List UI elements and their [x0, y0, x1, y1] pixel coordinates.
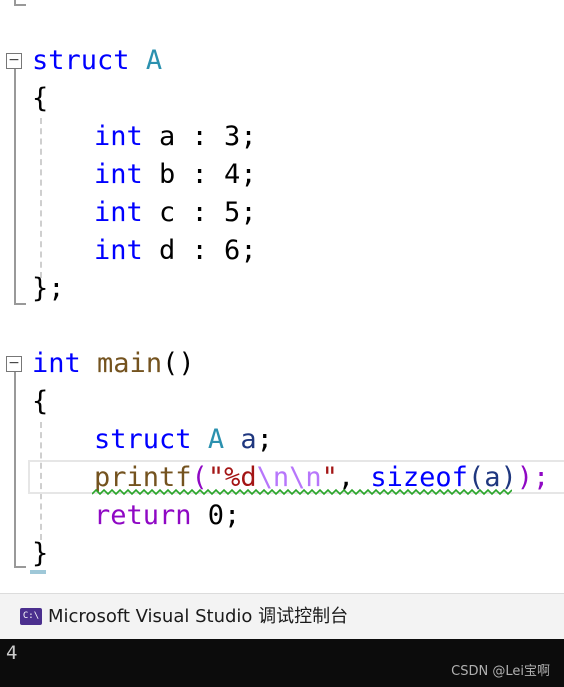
- code-line-close-brace[interactable]: }: [32, 535, 48, 573]
- console-title-bar[interactable]: C:\ Microsoft Visual Studio 调试控制台: [0, 593, 564, 639]
- code-line-open-brace[interactable]: {: [32, 383, 48, 421]
- fold-guide-line: [14, 372, 16, 568]
- code-line-field-b[interactable]: int b : 4;: [94, 156, 257, 194]
- code-line-open-brace[interactable]: {: [32, 80, 48, 118]
- code-line-main-header[interactable]: int main(): [32, 345, 195, 383]
- code-line-close-brace[interactable]: };: [32, 270, 65, 308]
- collapse-struct-button[interactable]: −: [6, 53, 22, 69]
- fold-guide-end: [14, 303, 26, 305]
- code-line-field-c[interactable]: int c : 5;: [94, 194, 257, 232]
- code-line-field-d[interactable]: int d : 6;: [94, 232, 257, 270]
- code-editor[interactable]: − struct A { int a : 3; int b : 4; int c…: [0, 0, 564, 593]
- code-line-field-a[interactable]: int a : 3;: [94, 118, 257, 156]
- fold-guide-line: [14, 69, 16, 305]
- fold-guide-end: [14, 4, 26, 6]
- code-line-return[interactable]: return 0;: [94, 497, 240, 535]
- editor-scroll-marker: [30, 570, 46, 574]
- fold-guide-end: [14, 566, 26, 568]
- console-output-text: 4: [6, 642, 18, 664]
- console-app-icon: C:\: [20, 608, 42, 625]
- indent-guide: [40, 118, 42, 278]
- watermark-text: CSDN @Lei宝啊: [451, 664, 550, 679]
- warning-squiggle: [92, 488, 512, 496]
- code-line-struct-decl[interactable]: struct A a;: [94, 421, 273, 459]
- code-line-struct-header[interactable]: struct A: [32, 42, 162, 80]
- console-output-area[interactable]: 4 CSDN @Lei宝啊: [0, 639, 564, 687]
- collapse-main-button[interactable]: −: [6, 356, 22, 372]
- console-window-title: Microsoft Visual Studio 调试控制台: [48, 606, 349, 627]
